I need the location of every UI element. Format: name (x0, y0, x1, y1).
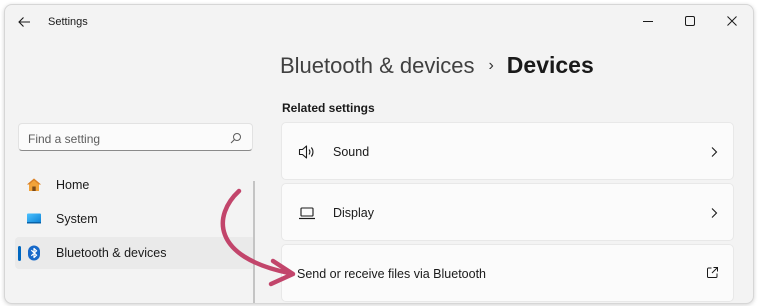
chevron-right-icon (711, 147, 718, 157)
speaker-icon (298, 145, 314, 159)
minimize-button[interactable] (627, 5, 669, 37)
sidebar-item-system[interactable]: System (15, 203, 255, 235)
bluetooth-icon (28, 245, 40, 261)
sidebar-item-bluetooth-devices[interactable]: Bluetooth & devices (15, 237, 255, 269)
maximize-button[interactable] (669, 5, 711, 37)
page-title: Devices (506, 52, 594, 78)
home-icon (27, 178, 41, 191)
system-icon (27, 213, 41, 224)
settings-window: Settings Bluetooth & devices › Devices F… (4, 4, 754, 304)
sidebar-item-home[interactable]: Home (15, 169, 255, 201)
sidebar-item-label: System (56, 212, 98, 226)
search-placeholder: Find a setting (28, 132, 101, 146)
display-setting-card[interactable]: Display (281, 183, 734, 241)
card-label: Sound (333, 145, 370, 159)
external-link-icon (707, 267, 718, 278)
laptop-icon (299, 207, 315, 220)
window-controls (627, 5, 753, 37)
sidebar-scrollbar[interactable] (253, 181, 255, 303)
title-bar: Settings (5, 5, 753, 39)
breadcrumb: Bluetooth & devices › Devices (280, 52, 594, 79)
breadcrumb-parent[interactable]: Bluetooth & devices (280, 53, 474, 79)
app-title: Settings (48, 16, 88, 28)
send-receive-bluetooth-files-card[interactable]: Send or receive files via Bluetooth (281, 244, 734, 302)
maximize-icon (685, 16, 695, 26)
related-settings-heading: Related settings (282, 101, 375, 115)
sound-setting-card[interactable]: Sound (281, 122, 734, 180)
back-arrow-icon[interactable] (17, 15, 33, 31)
card-label: Send or receive files via Bluetooth (297, 267, 486, 281)
card-label: Display (333, 206, 374, 220)
minimize-icon (643, 21, 653, 22)
chevron-right-icon (711, 208, 718, 218)
selection-indicator (18, 246, 21, 261)
search-input[interactable]: Find a setting (18, 123, 253, 151)
close-icon (727, 16, 737, 26)
breadcrumb-separator: › (488, 56, 494, 74)
search-icon (230, 133, 241, 144)
sidebar-item-label: Bluetooth & devices (56, 246, 167, 260)
close-button[interactable] (711, 5, 753, 37)
sidebar-item-label: Home (56, 178, 90, 192)
